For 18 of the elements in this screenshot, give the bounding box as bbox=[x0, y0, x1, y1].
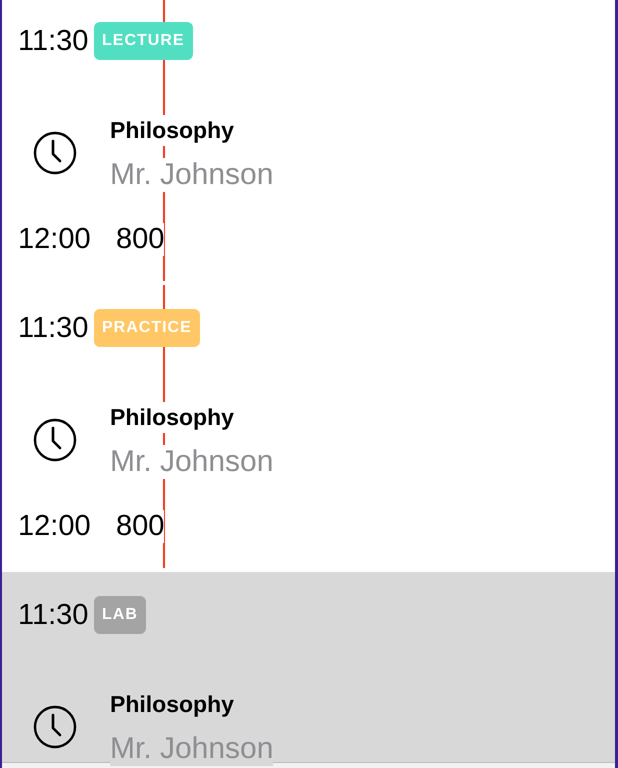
start-time: 11:30 bbox=[17, 598, 90, 632]
type-tag: LAB bbox=[94, 596, 146, 634]
schedule-item[interactable]: 11:30 LAB Philosophy Mr. Johnson bbox=[2, 572, 615, 768]
room-number: 800 bbox=[116, 222, 164, 256]
start-time: 11:30 bbox=[17, 24, 90, 58]
course-title: Philosophy bbox=[110, 402, 234, 432]
teacher-name: Mr. Johnson bbox=[110, 444, 274, 478]
clock-icon bbox=[33, 131, 77, 175]
clock-icon bbox=[33, 705, 77, 749]
teacher-name: Mr. Johnson bbox=[110, 158, 274, 192]
clock-icon bbox=[33, 418, 77, 462]
type-tag: PRACTICE bbox=[94, 309, 200, 347]
end-time: 12:00 bbox=[17, 510, 92, 542]
end-time: 12:00 bbox=[17, 222, 92, 256]
room-number: 800 bbox=[116, 510, 164, 542]
start-time: 11:30 bbox=[17, 312, 90, 344]
type-tag: LECTURE bbox=[94, 22, 193, 60]
course-title: Philosophy bbox=[110, 114, 234, 146]
